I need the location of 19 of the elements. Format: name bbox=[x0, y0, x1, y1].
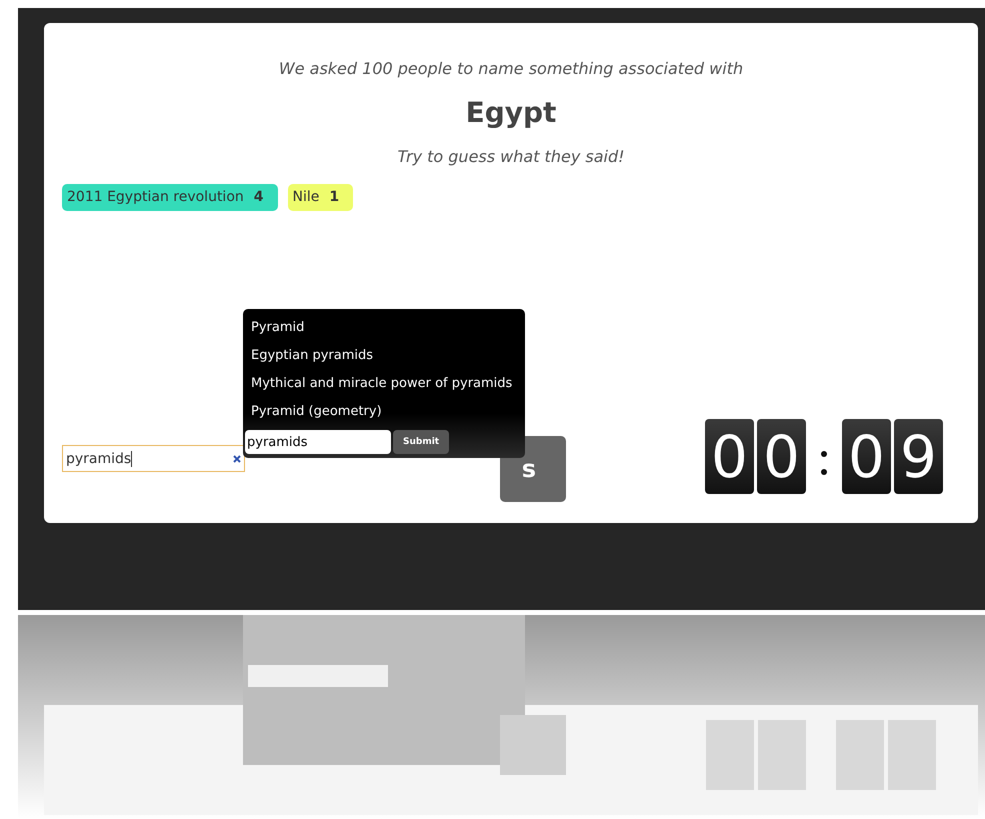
submit-button[interactable]: Submit bbox=[393, 430, 450, 454]
guess-field[interactable]: pyramids bbox=[62, 445, 245, 472]
answer-count: 4 bbox=[254, 189, 264, 205]
topic-title: Egypt bbox=[464, 96, 558, 129]
suggestion-item[interactable]: Pyramid (geometry) bbox=[243, 398, 525, 426]
suggestion-item[interactable]: Mythical and miracle power of pyramids bbox=[243, 370, 525, 398]
timer-digit: 0 bbox=[842, 419, 891, 494]
timer-digit: 0 bbox=[705, 419, 754, 494]
answer-label: 2011 Egyptian revolution bbox=[67, 189, 244, 205]
suggestion-item[interactable]: Pyramid bbox=[243, 314, 525, 342]
answer-label: Nile bbox=[292, 189, 320, 205]
answer-count: 1 bbox=[329, 189, 340, 205]
timer-digit: 9 bbox=[894, 419, 943, 494]
timer-digit: 0 bbox=[757, 419, 806, 494]
clear-icon[interactable] bbox=[232, 454, 242, 464]
prompt-text: Try to guess what they said! bbox=[396, 147, 626, 166]
suggestion-field[interactable]: pyramids bbox=[245, 430, 391, 454]
suggestion-item[interactable]: Egyptian pyramids bbox=[243, 342, 525, 370]
intro-text: We asked 100 people to name something associated with bbox=[278, 59, 744, 78]
